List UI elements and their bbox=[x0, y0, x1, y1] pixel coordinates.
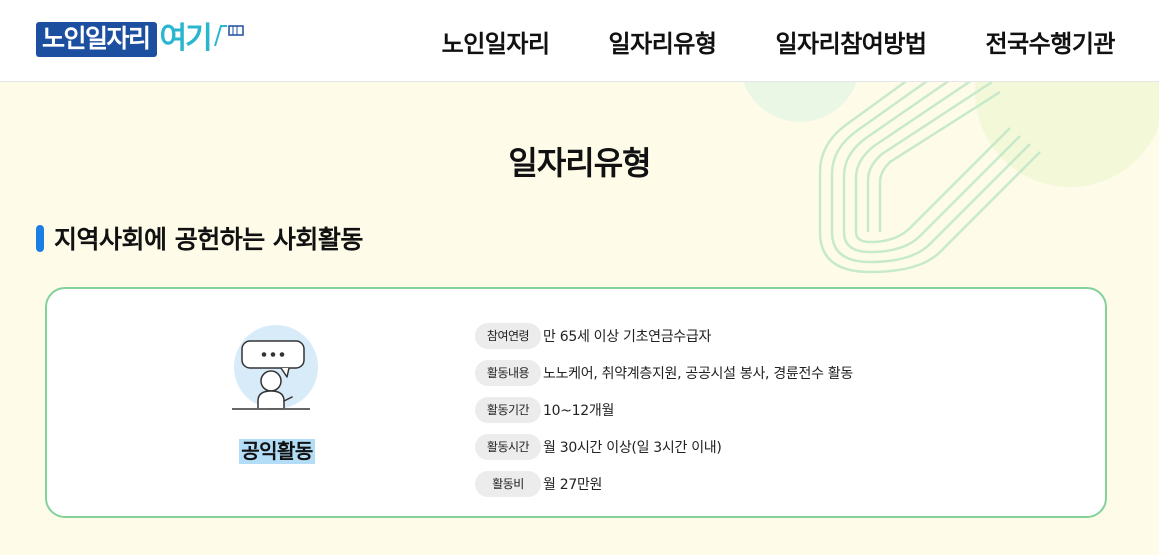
detail-value: 월 30시간 이상(일 3시간 이내) bbox=[543, 439, 722, 456]
detail-label: 활동기간 bbox=[475, 396, 541, 423]
detail-row-activities: 활동내용 노노케어, 취약계층지원, 공공시설 봉사, 경륜전수 활동 bbox=[475, 354, 853, 391]
detail-value: 노노케어, 취약계층지원, 공공시설 봉사, 경륜전수 활동 bbox=[543, 365, 853, 382]
detail-row-period: 활동기간 10~12개월 bbox=[475, 391, 853, 428]
detail-row-age: 참여연령 만 65세 이상 기초연금수급자 bbox=[475, 317, 853, 354]
main-nav: 노인일자리 일자리유형 일자리참여방법 전국수행기관 bbox=[442, 0, 1159, 82]
detail-row-hours: 활동시간 월 30시간 이상(일 3시간 이내) bbox=[475, 428, 853, 465]
detail-row-pay: 활동비 월 27만원 bbox=[475, 465, 853, 502]
detail-label: 참여연령 bbox=[475, 322, 541, 349]
logo-sub-text: 여기 bbox=[159, 21, 213, 56]
detail-value: 만 65세 이상 기초연금수급자 bbox=[543, 328, 712, 345]
section-title: 지역사회에 공헌하는 사회활동 bbox=[54, 225, 363, 254]
page-title: 일자리유형 bbox=[508, 144, 651, 182]
nav-item-how-to-participate[interactable]: 일자리참여방법 bbox=[775, 24, 927, 59]
detail-label: 활동비 bbox=[475, 470, 541, 497]
site-logo[interactable]: 노인일자리 여기 bbox=[36, 17, 247, 61]
card-details: 참여연령 만 65세 이상 기초연금수급자 활동내용 노노케어, 취약계층지원,… bbox=[475, 317, 853, 502]
detail-value: 10~12개월 bbox=[543, 402, 615, 419]
nav-item-job-types[interactable]: 일자리유형 bbox=[609, 24, 717, 59]
section-accent-bar bbox=[36, 224, 44, 252]
site-header: 노인일자리 여기 노인일자리 일자리유형 일자리참여방법 전국수행기관 bbox=[0, 0, 1159, 82]
volunteer-speech-icon bbox=[232, 325, 318, 410]
card-name: 공익활동 bbox=[239, 439, 315, 464]
detail-label: 활동내용 bbox=[475, 359, 541, 386]
detail-value: 월 27만원 bbox=[543, 476, 603, 493]
job-type-card: 공익활동 참여연령 만 65세 이상 기초연금수급자 활동내용 노노케어, 취약… bbox=[45, 287, 1107, 518]
logo-flag-icon bbox=[213, 25, 244, 47]
detail-label: 활동시간 bbox=[475, 433, 541, 460]
section-heading: 지역사회에 공헌하는 사회활동 bbox=[36, 220, 363, 256]
nav-item-elderly-jobs[interactable]: 노인일자리 bbox=[442, 24, 550, 59]
nav-item-agencies[interactable]: 전국수행기관 bbox=[986, 24, 1116, 59]
card-summary: 공익활동 bbox=[197, 325, 357, 464]
logo-main-text: 노인일자리 bbox=[36, 21, 157, 57]
